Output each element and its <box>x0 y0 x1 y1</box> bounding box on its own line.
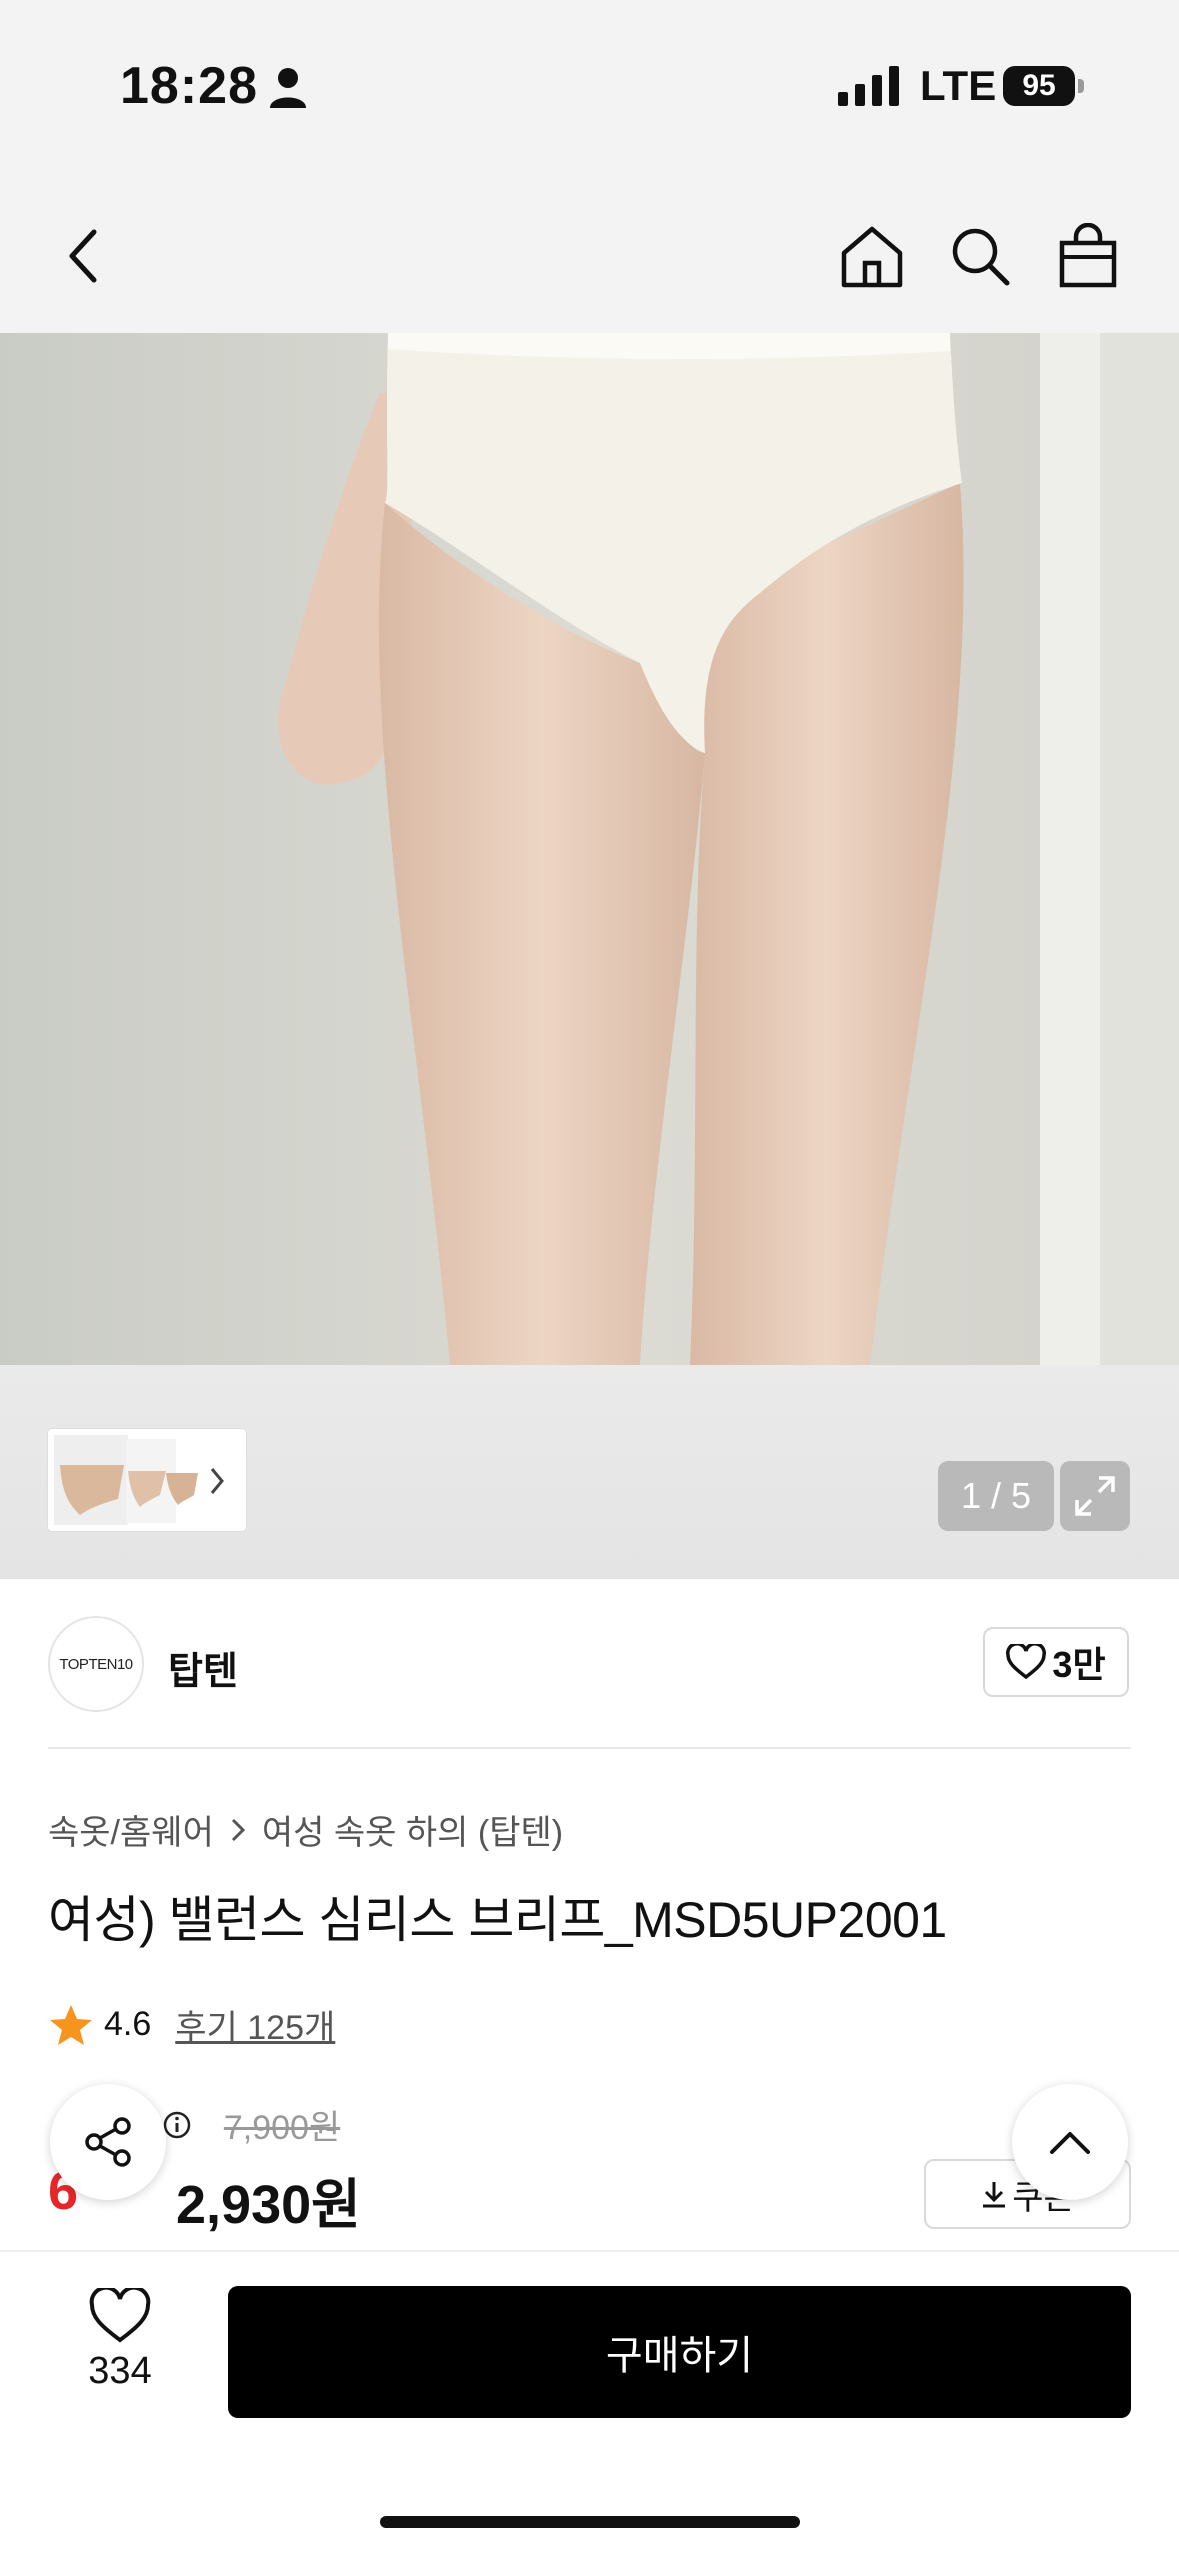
shopping-bag-icon <box>1059 223 1117 288</box>
share-button[interactable] <box>50 2084 166 2200</box>
buy-button[interactable]: 구매하기 <box>228 2286 1131 2418</box>
rating-row: 4.6 후기 125개 <box>48 2000 335 2049</box>
scroll-top-button[interactable] <box>1012 2084 1128 2200</box>
wishlist-button[interactable]: 334 <box>60 2288 180 2393</box>
share-icon <box>85 2117 131 2167</box>
battery-icon: 95 <box>1003 66 1085 106</box>
top-nav <box>0 180 1179 333</box>
divider <box>48 1747 1131 1749</box>
wishlist-count: 334 <box>88 2350 152 2392</box>
chevron-right-icon <box>231 1818 245 1841</box>
product-image[interactable] <box>0 333 1179 1365</box>
brand-like-button[interactable]: 3만 <box>983 1627 1129 1697</box>
home-icon <box>841 226 903 288</box>
product-photo <box>0 333 1179 1365</box>
download-icon <box>983 2182 1006 2208</box>
status-time: 18:28 <box>120 57 258 115</box>
heart-icon <box>1006 1644 1047 1680</box>
original-price: 7,900원 <box>223 2109 341 2147</box>
image-counter: 1 / 5 <box>938 1461 1054 1531</box>
heart-icon <box>89 2288 151 2343</box>
brand-name[interactable]: 탑텐 <box>168 1640 238 1695</box>
review-count-link[interactable]: 후기 125개 <box>175 2000 335 2049</box>
chevron-left-icon <box>69 229 97 283</box>
info-icon[interactable] <box>162 2110 192 2140</box>
battery-tip <box>1078 79 1084 93</box>
sale-price: 2,930원 <box>176 2175 361 2235</box>
expand-button[interactable] <box>1060 1461 1130 1531</box>
back-button[interactable] <box>44 216 124 296</box>
home-indicator <box>380 2516 800 2528</box>
expand-icon <box>1075 1476 1115 1516</box>
chevron-up-icon <box>1050 2132 1090 2154</box>
thumbnail-strip[interactable] <box>48 1429 246 1531</box>
thumbnail-image <box>54 1435 224 1525</box>
breadcrumb: 속옷/홈웨어 여성 속옷 하의 (탑텐) <box>48 1805 563 1854</box>
search-button[interactable] <box>940 216 1020 296</box>
search-icon <box>952 228 1010 286</box>
cell-signal-icon <box>838 66 899 106</box>
breadcrumb-category[interactable]: 속옷/홈웨어 <box>48 1805 214 1854</box>
network-type: LTE <box>920 62 997 109</box>
brand-like-count: 3만 <box>1052 1644 1106 1685</box>
rating-value: 4.6 <box>104 2005 152 2043</box>
product-title: 여성) 밸런스 심리스 브리프_MSD5UP2001 <box>48 1892 947 1948</box>
star-icon <box>50 2004 92 2045</box>
breadcrumb-subcategory[interactable]: 여성 속옷 하의 (탑텐) <box>262 1805 563 1854</box>
brand-logo[interactable]: TOPTEN10 <box>48 1616 144 1712</box>
cart-button[interactable] <box>1048 216 1128 296</box>
battery-level: 95 <box>1003 66 1075 106</box>
person-icon <box>270 68 306 108</box>
home-button[interactable] <box>832 216 912 296</box>
